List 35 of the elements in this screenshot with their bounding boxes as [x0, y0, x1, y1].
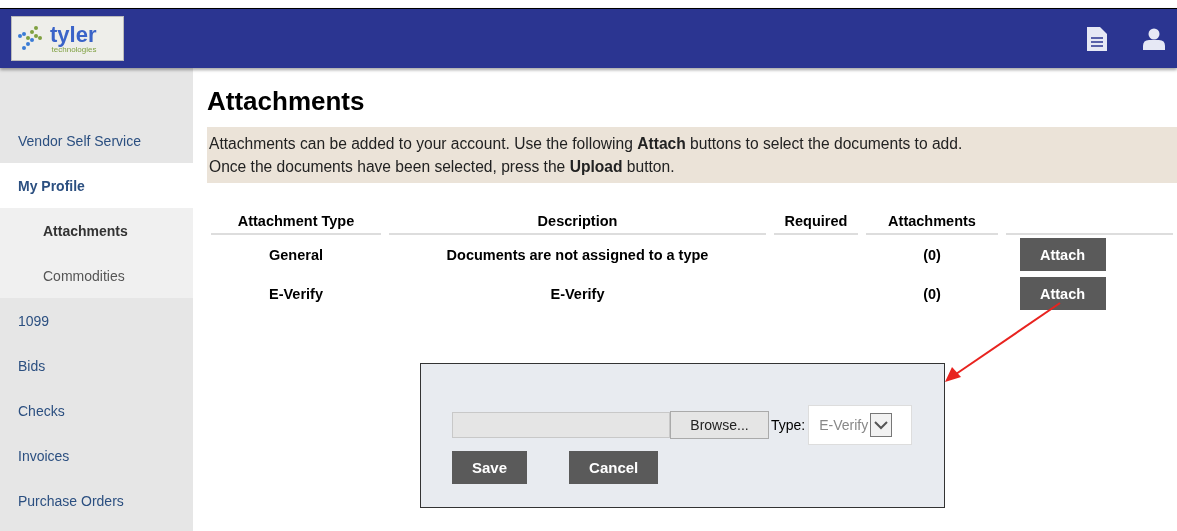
column-header: Required [774, 213, 858, 235]
table-cell-text: E-Verify [549, 284, 606, 304]
user-icon[interactable] [1143, 27, 1165, 50]
page-title: Attachments [207, 86, 366, 117]
sidebar-subitem[interactable]: Attachments [0, 208, 193, 253]
document-icon[interactable] [1087, 26, 1107, 51]
attach-button[interactable]: Attach [1019, 277, 1106, 310]
column-header: Description [389, 213, 766, 235]
sidebar-item[interactable]: My Profile [0, 163, 193, 208]
sidebar-item[interactable]: Checks [0, 388, 193, 433]
file-path-field[interactable] [452, 412, 670, 438]
table-cell-text: Documents are not assigned to a type [445, 245, 710, 265]
table-cell-text: (0) [922, 245, 942, 265]
browse-button[interactable]: Browse... [670, 411, 769, 439]
attach-button[interactable]: Attach [1019, 238, 1106, 271]
instruction-text: Once the documents have been selected, press the Upload button. [209, 157, 676, 177]
table-cell-text: E-Verify [268, 284, 324, 304]
column-header: Attachments [866, 213, 998, 235]
caret-icon [870, 413, 893, 437]
sidebar-item[interactable]: Purchase Orders [0, 478, 193, 523]
sidebar-subitem[interactable]: Commodities [0, 253, 193, 298]
logo-word: tyler [50, 23, 97, 46]
sidebar-heading[interactable]: Vendor Self Service [0, 118, 193, 163]
cancel-button[interactable]: Cancel [569, 451, 659, 484]
column-header: Attachment Type [211, 213, 381, 235]
sidebar-item[interactable]: Bids [0, 343, 193, 388]
sidebar-item[interactable]: Invoices [0, 433, 193, 478]
sidebar-item[interactable]: 1099 [0, 298, 193, 343]
table-cell-text: General [268, 245, 324, 265]
type-dropdown[interactable]: E-Verify [808, 405, 913, 445]
type-label: Type: [771, 417, 806, 433]
save-button[interactable]: Save [452, 451, 528, 484]
table-cell-text: (0) [922, 284, 942, 304]
company-logo[interactable]: tyler technologies [11, 16, 124, 61]
instruction-text: Attachments can be added to your account. Use the following Attach buttons to select the documents to add. [209, 134, 964, 154]
